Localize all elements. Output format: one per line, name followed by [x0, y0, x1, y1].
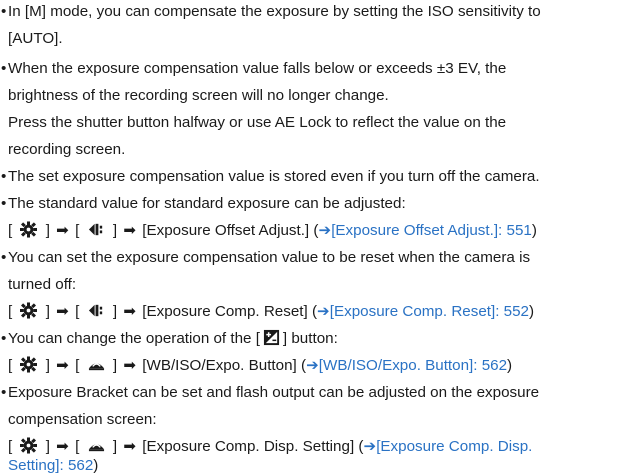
- menu-item: [WB/ISO/Expo. Button]: [142, 357, 297, 374]
- bracket: ]: [45, 438, 50, 455]
- gear-icon: [19, 356, 38, 373]
- bracket: ]: [112, 357, 118, 374]
- bracket: [: [75, 222, 80, 239]
- bullet-line: • The standard value for standard exposu…: [0, 192, 626, 216]
- arrow-icon: ➡: [123, 357, 137, 374]
- bracket: [: [8, 303, 13, 320]
- body-text: You can set the exposure compensation va…: [8, 249, 531, 266]
- arrow-icon: ➡: [123, 222, 137, 239]
- arrow-icon: ➡: [123, 303, 137, 320]
- page-link[interactable]: [Exposure Comp. Disp.: [376, 438, 532, 455]
- body-line: Setting]: 562): [8, 457, 99, 474]
- bracket: ]: [112, 222, 118, 239]
- bracket: ]: [112, 303, 118, 320]
- body-text: [AUTO].: [8, 30, 63, 47]
- bullet-line: • You can change the operation of the []…: [0, 327, 626, 351]
- bullet-icon: •: [1, 384, 7, 401]
- body-text: turned off:: [8, 276, 77, 293]
- bracket: ]: [45, 357, 50, 374]
- body-line: brightness of the recording screen will …: [0, 84, 626, 108]
- body-text: ] button:: [282, 330, 338, 347]
- body-line: compensation screen:: [0, 408, 626, 432]
- menu-item: [Exposure Offset Adjust.]: [142, 222, 310, 239]
- menu-path: [ ] ➡ [ ] ➡ [Exposure Comp. Reset] (➔[Ex…: [0, 300, 626, 324]
- camera-quality-icon: [87, 302, 106, 319]
- arrow-icon: ➡: [56, 303, 69, 320]
- bullet-line: • The set exposure compensation value is…: [0, 165, 626, 189]
- body-text: When the exposure compensation value fal…: [8, 60, 507, 77]
- body-line: Press the shutter button halfway or use …: [0, 111, 626, 135]
- body-line: turned off:: [0, 273, 626, 297]
- menu-item: [Exposure Comp. Disp. Setting]: [142, 438, 355, 455]
- gear-icon: [19, 302, 38, 319]
- body-text: Press the shutter button halfway or use …: [8, 114, 507, 131]
- body-text: Exposure Bracket can be set and flash ou…: [8, 384, 540, 401]
- body-line: [AUTO].: [0, 27, 626, 51]
- bullet-icon: •: [1, 3, 7, 20]
- bracket: [: [8, 222, 13, 239]
- body-text: You can change the operation of the [: [8, 330, 260, 347]
- bracket: [: [75, 438, 80, 455]
- arrow-icon: ➡: [56, 357, 69, 374]
- bracket: [: [75, 357, 80, 374]
- bullet-icon: •: [1, 330, 7, 347]
- bracket: [: [8, 357, 13, 374]
- manual-page: • In [M] mode, you can compensate the ex…: [0, 0, 626, 475]
- page-link[interactable]: [Exposure Comp. Reset]: 552: [330, 303, 529, 320]
- link-arrow-icon[interactable]: ➔: [317, 303, 330, 320]
- body-text: recording screen.: [8, 141, 126, 158]
- body-text: The set exposure compensation value is s…: [8, 168, 540, 185]
- body-text: In [M] mode, you can compensate the expo…: [8, 3, 541, 20]
- body-line: recording screen.: [0, 138, 626, 162]
- body-text: The standard value for standard exposure…: [8, 195, 406, 212]
- arrow-icon: ➡: [56, 222, 69, 239]
- bullet-line: • When the exposure compensation value f…: [0, 57, 626, 81]
- page-link[interactable]: Setting]: 562: [8, 457, 93, 474]
- bracket: [: [8, 438, 13, 455]
- reference: (➔[Exposure Offset Adjust.]: 551): [313, 222, 537, 239]
- bracket: [: [75, 303, 80, 320]
- link-arrow-icon[interactable]: ➔: [318, 222, 331, 239]
- reference: (➔[Exposure Comp. Disp.: [358, 438, 533, 455]
- camera-quality-icon: [87, 221, 106, 238]
- menu-path: [ ] ➡ [ ] ➡ [WB/ISO/Expo. Button] (➔[WB/…: [0, 354, 626, 378]
- bullet-line: • In [M] mode, you can compensate the ex…: [0, 0, 626, 24]
- link-arrow-icon[interactable]: ➔: [306, 357, 319, 374]
- bullet-line: • Exposure Bracket can be set and flash …: [0, 381, 626, 405]
- body-text: brightness of the recording screen will …: [8, 87, 389, 104]
- gear-icon: [19, 437, 38, 454]
- page-link[interactable]: [WB/ISO/Expo. Button]: 562: [319, 357, 507, 374]
- menu-path: [ ] ➡ [ ] ➡ [Exposure Offset Adjust.] (➔…: [0, 219, 626, 243]
- bullet-icon: •: [1, 168, 7, 185]
- bullet-icon: •: [1, 249, 7, 266]
- page-link[interactable]: [Exposure Offset Adjust.]: 551: [331, 222, 532, 239]
- hand-operation-icon: [87, 437, 106, 454]
- body-text: compensation screen:: [8, 411, 157, 428]
- hand-operation-icon: [87, 356, 106, 373]
- gear-icon: [19, 221, 38, 238]
- menu-item: [Exposure Comp. Reset]: [142, 303, 308, 320]
- bracket: ]: [45, 303, 50, 320]
- bullet-line: • You can set the exposure compensation …: [0, 246, 626, 270]
- exposure-compensation-icon: [263, 329, 280, 346]
- reference: (➔[Exposure Comp. Reset]: 552): [311, 303, 535, 320]
- bullet-icon: •: [1, 60, 7, 77]
- bullet-icon: •: [1, 195, 7, 212]
- bracket: ]: [112, 438, 118, 455]
- link-arrow-icon[interactable]: ➔: [363, 438, 376, 455]
- bracket: ]: [45, 222, 50, 239]
- reference: (➔[WB/ISO/Expo. Button]: 562): [301, 357, 513, 374]
